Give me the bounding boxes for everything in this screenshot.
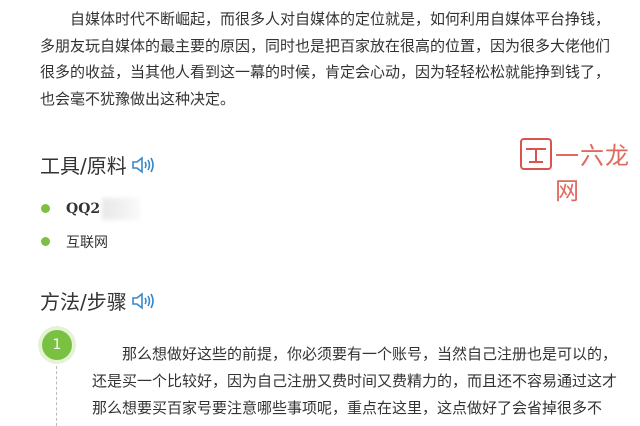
speaker-sound-icon[interactable] (131, 155, 157, 175)
step-line: 那么想做好这些的前提，你必须要有一个账号，当然自己注册也是可以的， (122, 345, 618, 363)
tools-section-title: 工具/原料 (40, 150, 157, 179)
blurred-redaction (102, 197, 141, 220)
method-section-title: 方法/步骤 (40, 286, 157, 315)
material-item-text: 互联网 (66, 234, 108, 251)
list-item: 互联网 (40, 225, 140, 258)
intro-line: 多朋友玩自媒体的最主要的原因，同时也是把百家放在很高的位置，因为很多大佬他们 (40, 36, 611, 55)
intro-paragraph: 自媒体时代不断崛起，而很多人对自媒体的定位就是，如何利用自媒体平台挣钱， 多朋友… (40, 6, 640, 112)
bullet-dot-icon (41, 237, 50, 246)
intro-line: 很多的收益，当其他人看到这一幕的时候，肯定会心动，因为轻轻松松就能挣到钱了， (40, 63, 611, 81)
step-line: 还是买一个比较好，因为自己注册又费时间又费精力的，而且还不容易通过这才 (92, 372, 618, 390)
watermark-text: 一六龙网 (555, 142, 630, 205)
step-number-badge: 1 (42, 330, 72, 360)
speaker-sound-icon[interactable] (131, 291, 157, 311)
step-line: 那么想要买百家号要注意哪些事项呢，重点在这里，这点做好了会省掉很多不 (92, 399, 603, 417)
list-item: QQ2 (40, 192, 141, 225)
tools-title-text: 工具/原料 (40, 154, 127, 178)
site-watermark: 一六龙网 (520, 138, 640, 206)
bullet-dot-icon (41, 204, 50, 213)
watermark-logo-icon (520, 138, 552, 170)
step-paragraph: 那么想做好这些的前提，你必须要有一个账号，当然自己注册也是可以的， 还是买一个比… (92, 341, 640, 422)
materials-list: QQ2 互联网 (40, 192, 141, 258)
intro-line: 自媒体时代不断崛起，而很多人对自媒体的定位就是，如何利用自媒体平台挣钱， (70, 10, 611, 28)
intro-line: 也会毫不犹豫做出这种决定。 (40, 89, 236, 108)
method-title-text: 方法/步骤 (40, 290, 127, 314)
step-connector-line (56, 366, 57, 426)
material-item-text: QQ2 (66, 200, 101, 217)
